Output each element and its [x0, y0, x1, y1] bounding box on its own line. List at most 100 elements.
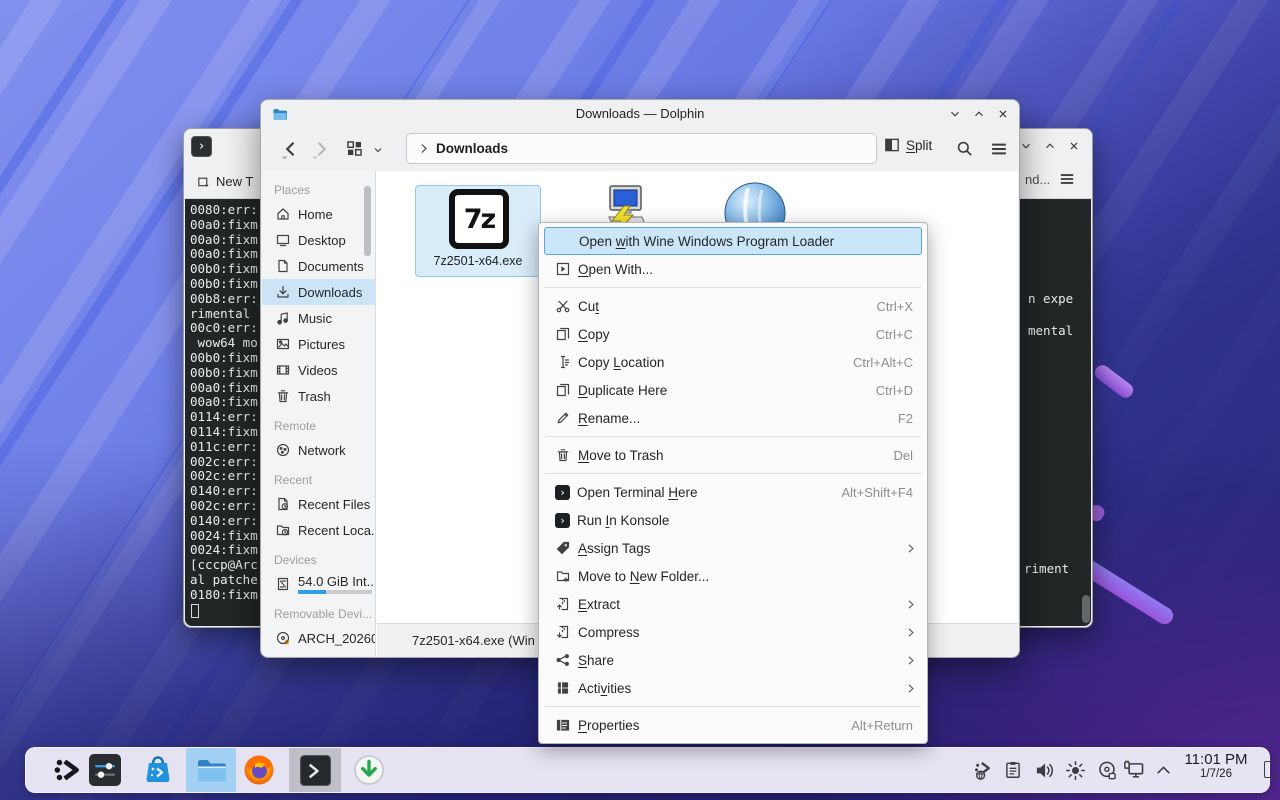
network-icon	[275, 442, 291, 458]
menu-item-rename[interactable]: Rename...F2	[539, 404, 927, 432]
terminal-scrollbar[interactable]	[1082, 595, 1090, 623]
hamburger-menu-icon[interactable]	[989, 139, 1009, 159]
places-scrollbar[interactable]	[364, 186, 371, 256]
brightness-tray-icon[interactable]	[1060, 748, 1090, 792]
selected-file[interactable]: 7z 7z2501-x64.exe	[415, 185, 541, 277]
menu-item-duplicate-here[interactable]: Duplicate HereCtrl+D	[539, 376, 927, 404]
split-button[interactable]: Split	[883, 136, 932, 154]
share-icon	[555, 652, 571, 668]
digital-clock[interactable]: 11:01 PM 1/7/26	[1176, 751, 1256, 780]
menu-item-extract[interactable]: Extract	[539, 590, 927, 618]
sidebar-section-header: Remote	[262, 415, 375, 437]
konsole-tab-title[interactable]: nd...	[1025, 172, 1050, 187]
show-desktop-button[interactable]	[1264, 761, 1280, 778]
breadcrumb-folder[interactable]: Downloads	[436, 141, 508, 156]
sidebar-item-downloads[interactable]: Downloads	[262, 279, 375, 305]
close-button[interactable]	[991, 103, 1015, 125]
sidebar-item-desktop[interactable]: Desktop	[262, 227, 375, 253]
sidebar-item-network[interactable]: Network	[262, 437, 375, 463]
display-tray-icon[interactable]	[1119, 748, 1149, 792]
view-mode-chevron-icon[interactable]	[372, 144, 384, 156]
clipboard-tray-icon[interactable]	[998, 748, 1028, 792]
close-button[interactable]	[1062, 135, 1086, 157]
recent-folder-icon	[275, 522, 291, 538]
firefox-button[interactable]	[239, 748, 279, 792]
app-launcher-button[interactable]	[48, 748, 88, 792]
menu-item-share[interactable]: Share	[539, 646, 927, 674]
window-title: Downloads — Dolphin	[261, 100, 1019, 128]
sidebar-item-documents[interactable]: Documents	[262, 253, 375, 279]
menu-item-run-in-konsole[interactable]: ›Run In Konsole	[539, 506, 927, 534]
sidebar-item-arch-202601[interactable]: ARCH_202601	[262, 625, 375, 651]
maximize-button[interactable]	[967, 103, 991, 125]
dolphin-task-button[interactable]	[186, 748, 236, 792]
duplicate-icon	[555, 382, 571, 398]
volume-tray-icon[interactable]	[1029, 748, 1059, 792]
menu-item-move-to-trash[interactable]: Move to TrashDel	[539, 441, 927, 469]
view-mode-icon[interactable]	[345, 139, 364, 158]
terminal-text-fragment: mental	[1028, 324, 1073, 339]
menu-item-label: Move to Trash	[578, 448, 893, 463]
menu-item-activities[interactable]: Activities	[539, 674, 927, 702]
konsole-icon: ›	[555, 513, 570, 528]
updater-button[interactable]	[349, 748, 389, 792]
menu-item-assign-tags[interactable]: Assign Tags	[539, 534, 927, 562]
menu-item-shortcut: Ctrl+Alt+C	[853, 355, 913, 370]
dolphin-titlebar[interactable]: Downloads — Dolphin	[261, 100, 1019, 128]
dolphin-toolbar: Downloads Split	[261, 128, 1019, 171]
sidebar-item-recent-files[interactable]: Recent Files	[262, 491, 375, 517]
new-tab-label: New T	[216, 174, 253, 189]
maximize-button[interactable]	[1038, 135, 1062, 157]
menu-item-move-to-new-folder[interactable]: Move to New Folder...	[539, 562, 927, 590]
sidebar-item-54-0-gib-int[interactable]: 54.0 GiB Int...	[262, 571, 375, 597]
menu-item-copy[interactable]: CopyCtrl+C	[539, 320, 927, 348]
konsole-task-button[interactable]	[289, 748, 341, 792]
disk-usage-bar	[298, 590, 372, 594]
sidebar-item-trash[interactable]: Trash	[262, 383, 375, 409]
submenu-arrow-icon	[904, 542, 917, 555]
copy-icon	[555, 326, 571, 342]
sidebar-item-videos[interactable]: Videos	[262, 357, 375, 383]
new-tab-button[interactable]: New T	[196, 168, 259, 194]
menu-item-open-with[interactable]: Open With...	[539, 255, 927, 283]
discover-button[interactable]	[138, 748, 178, 792]
status-text: 7z2501-x64.exe (Win	[412, 633, 535, 648]
tray-expander-icon[interactable]	[1149, 748, 1177, 792]
location-breadcrumb[interactable]: Downloads	[406, 133, 877, 164]
system-settings-button[interactable]	[85, 748, 125, 792]
minimize-button[interactable]	[943, 103, 967, 125]
copy-location-icon	[555, 354, 571, 370]
search-icon[interactable]	[955, 139, 974, 158]
sidebar-item-music[interactable]: Music	[262, 305, 375, 331]
sidebar-section-header: Removable Devi...	[262, 603, 375, 625]
download-manager-tray-icon[interactable]	[968, 748, 998, 792]
menu-item-shortcut: Ctrl+D	[876, 383, 913, 398]
menu-item-label: Move to New Folder...	[578, 569, 913, 584]
konsole-icon: ›	[555, 485, 570, 500]
activities-icon	[555, 680, 571, 696]
menu-separator	[545, 706, 921, 707]
extract-icon	[555, 596, 571, 612]
sidebar-item-label: Downloads	[298, 285, 371, 300]
menu-item-open-with-wine[interactable]: Open with Wine Windows Program Loader	[544, 227, 922, 255]
submenu-arrow-icon	[904, 626, 917, 639]
menu-item-open-terminal-here[interactable]: ›Open Terminal HereAlt+Shift+F4	[539, 478, 927, 506]
menu-item-copy-location[interactable]: Copy LocationCtrl+Alt+C	[539, 348, 927, 376]
picture-icon	[275, 336, 291, 352]
back-button[interactable]	[281, 139, 301, 159]
menu-item-properties[interactable]: PropertiesAlt+Return	[539, 711, 927, 739]
sidebar-item-recent-loca[interactable]: Recent Loca...	[262, 517, 375, 543]
menu-item-compress[interactable]: Compress	[539, 618, 927, 646]
menu-separator	[545, 287, 921, 288]
menu-item-cut[interactable]: CutCtrl+X	[539, 292, 927, 320]
menu-item-shortcut: Ctrl+C	[876, 327, 913, 342]
compress-icon	[555, 624, 571, 640]
sidebar-item-label: Recent Loca...	[298, 523, 371, 538]
submenu-arrow-icon	[904, 682, 917, 695]
forward-button[interactable]	[311, 139, 331, 159]
sidebar-item-pictures[interactable]: Pictures	[262, 331, 375, 357]
konsole-menu-icon[interactable]	[1058, 170, 1076, 188]
sidebar-item-label: Desktop	[298, 233, 371, 248]
device-notifier-tray-icon[interactable]	[1092, 748, 1122, 792]
sidebar-item-home[interactable]: Home	[262, 201, 375, 227]
